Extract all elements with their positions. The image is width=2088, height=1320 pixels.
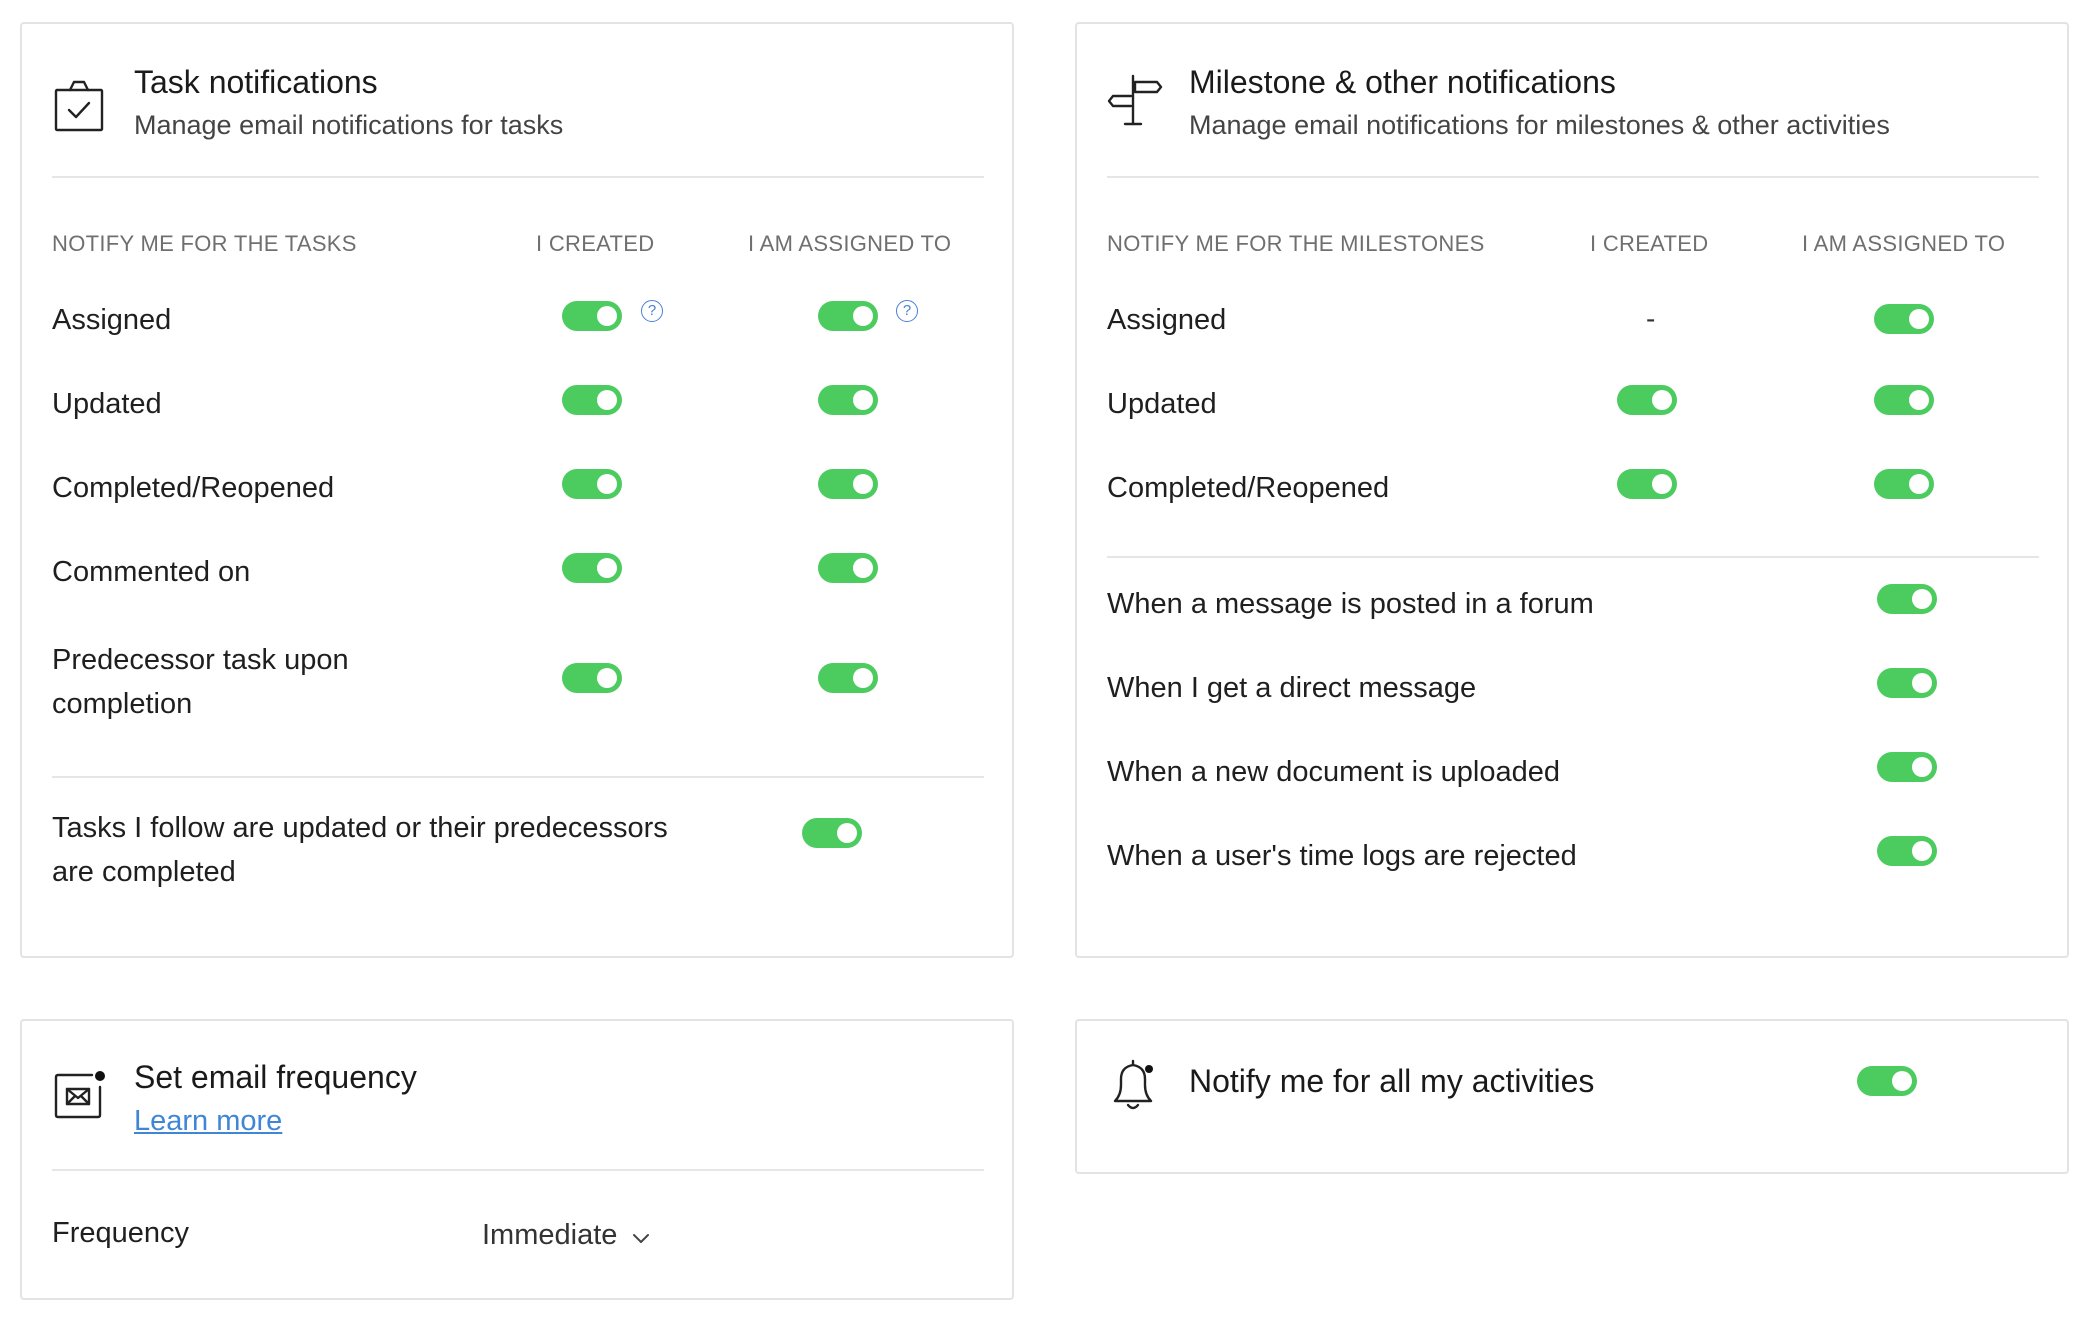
card-title: Notify me for all my activities (1189, 1063, 1595, 1099)
help-icon[interactable]: ? (896, 300, 918, 322)
column-header-created: I CREATED (536, 231, 655, 256)
other-notification-label: When a new document is uploaded (1107, 756, 1561, 788)
forum-message-toggle[interactable] (1877, 584, 1937, 614)
other-notification-label: When a message is posted in a forum (1107, 588, 1594, 620)
card-subtitle: Manage email notifications for tasks (134, 110, 564, 140)
frequency-dropdown[interactable]: Immediate (482, 1217, 651, 1254)
task-assigned-assigned-toggle[interactable] (818, 301, 878, 331)
task-notifications-card: Task notifications Manage email notifica… (20, 22, 1014, 958)
chevron-down-icon (631, 1218, 651, 1254)
other-notification-label: When a user's time logs are rejected (1107, 840, 1577, 872)
column-header-assigned: I AM ASSIGNED TO (748, 231, 952, 256)
divider (1107, 556, 2039, 558)
task-completed-created-toggle[interactable] (562, 469, 622, 499)
milestone-updated-assigned-toggle[interactable] (1874, 385, 1934, 415)
task-commented-assigned-toggle[interactable] (818, 553, 878, 583)
column-header-assigned: I AM ASSIGNED TO (1802, 231, 2006, 256)
frequency-value: Immediate (482, 1219, 618, 1251)
milestone-completed-created-toggle[interactable] (1617, 469, 1677, 499)
milestone-row-label: Completed/Reopened (1107, 472, 1390, 504)
task-row-label: Assigned (52, 304, 172, 336)
email-frequency-card: Set email frequency Learn more Frequency… (20, 1019, 1014, 1300)
task-assigned-created-toggle[interactable] (562, 301, 622, 331)
task-predecessor-created-toggle[interactable] (562, 663, 622, 693)
signpost-icon (1107, 72, 1163, 128)
divider (52, 776, 984, 778)
not-applicable-dash: - (1646, 303, 1656, 334)
milestone-row-label: Assigned (1107, 304, 1227, 336)
time-logs-rejected-toggle[interactable] (1877, 836, 1937, 866)
task-row-label: Commented on (52, 556, 251, 588)
task-completed-assigned-toggle[interactable] (818, 469, 878, 499)
follow-tasks-label: Tasks I follow are updated or their pred… (52, 812, 668, 888)
task-row-label: Updated (52, 388, 162, 420)
card-title: Milestone & other notifications (1189, 64, 1616, 100)
frequency-label: Frequency (52, 1217, 190, 1249)
column-header-notify: NOTIFY ME FOR THE TASKS (52, 231, 357, 256)
other-notification-label: When I get a direct message (1107, 672, 1477, 704)
follow-tasks-toggle[interactable] (802, 818, 862, 848)
column-header-created: I CREATED (1590, 231, 1709, 256)
divider (52, 176, 984, 178)
task-commented-created-toggle[interactable] (562, 553, 622, 583)
all-activities-toggle[interactable] (1857, 1066, 1917, 1096)
task-updated-assigned-toggle[interactable] (818, 385, 878, 415)
card-subtitle: Manage email notifications for milestone… (1189, 110, 1890, 140)
divider (1107, 176, 2039, 178)
milestone-updated-created-toggle[interactable] (1617, 385, 1677, 415)
milestone-completed-assigned-toggle[interactable] (1874, 469, 1934, 499)
help-icon[interactable]: ? (641, 300, 663, 322)
email-frequency-icon (52, 1067, 108, 1123)
all-activities-card: Notify me for all my activities (1075, 1019, 2069, 1174)
milestone-assigned-assigned-toggle[interactable] (1874, 304, 1934, 334)
direct-message-toggle[interactable] (1877, 668, 1937, 698)
document-uploaded-toggle[interactable] (1877, 752, 1937, 782)
task-predecessor-assigned-toggle[interactable] (818, 663, 878, 693)
task-updated-created-toggle[interactable] (562, 385, 622, 415)
learn-more-link[interactable]: Learn more (134, 1103, 282, 1139)
milestone-notifications-card: Milestone & other notifications Manage e… (1075, 22, 2069, 958)
bell-icon (1107, 1057, 1163, 1113)
task-row-label: Predecessor task upon completion (52, 644, 349, 720)
task-row-label: Completed/Reopened (52, 472, 335, 504)
card-title: Set email frequency (134, 1059, 417, 1095)
milestone-row-label: Updated (1107, 388, 1217, 420)
divider (52, 1169, 984, 1171)
card-title: Task notifications (134, 64, 378, 100)
column-header-notify: NOTIFY ME FOR THE MILESTONES (1107, 231, 1485, 256)
clipboard-check-icon (52, 79, 108, 135)
